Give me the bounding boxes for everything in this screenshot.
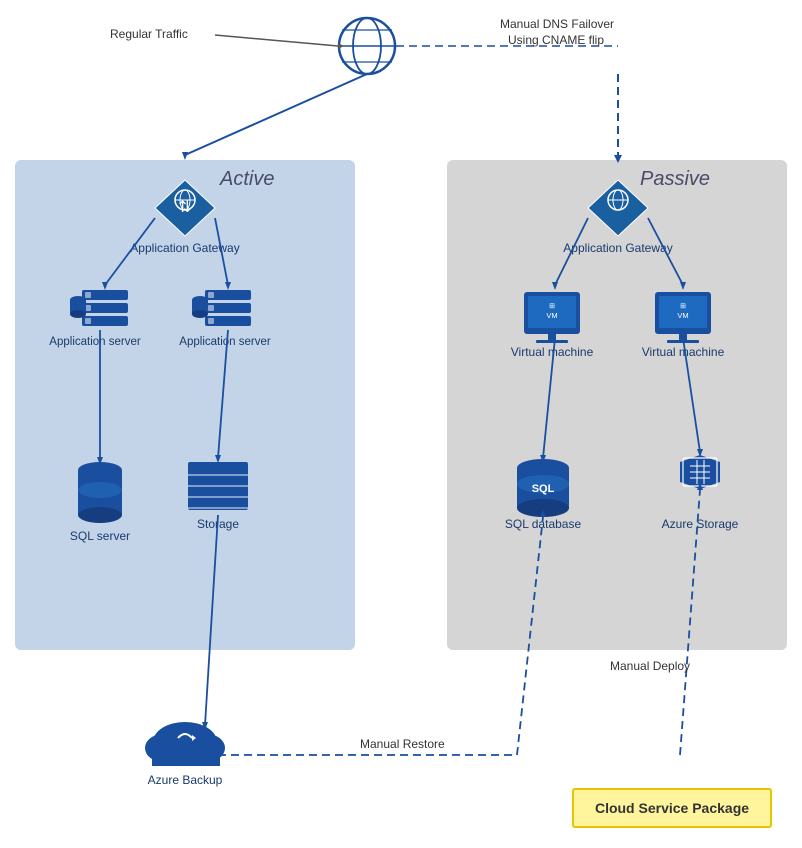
svg-text:Using CNAME flip: Using CNAME flip — [508, 33, 604, 47]
svg-text:Regular Traffic: Regular Traffic — [110, 27, 188, 41]
passive-region-box — [447, 160, 787, 650]
svg-text:Manual Restore: Manual Restore — [360, 737, 445, 751]
svg-text:Azure Backup: Azure Backup — [148, 773, 223, 787]
diagram-container: Active Passive Regular Traffic Manual DN… — [0, 0, 802, 848]
active-region-box — [15, 160, 355, 650]
passive-label: Passive — [640, 168, 710, 191]
svg-text:Manual DNS Failover: Manual DNS Failover — [500, 17, 614, 31]
cloud-service-package-label: Cloud Service Package — [572, 788, 772, 828]
svg-text:Manual Deploy: Manual Deploy — [610, 659, 690, 673]
active-label: Active — [220, 168, 274, 191]
